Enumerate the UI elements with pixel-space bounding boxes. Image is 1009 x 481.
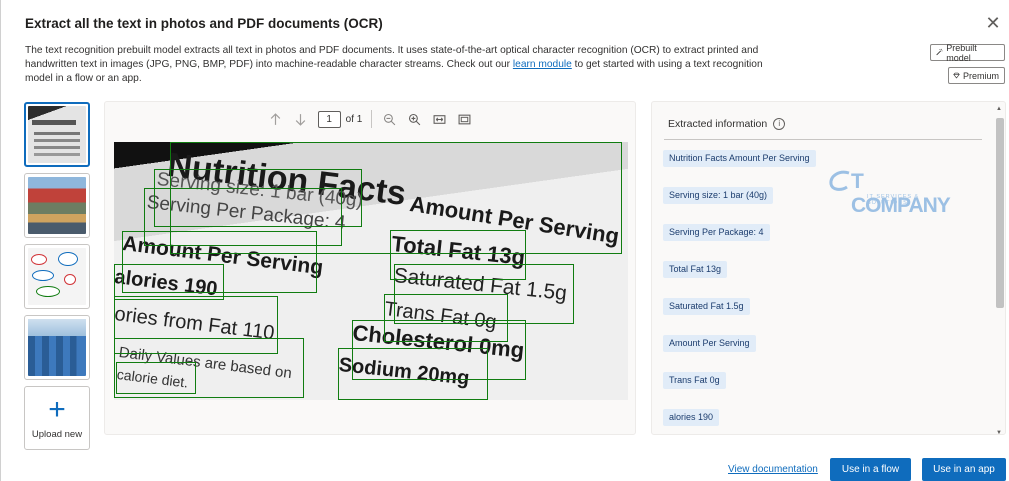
prebuilt-model-badge: Prebuilt model [930, 42, 1005, 63]
premium-label: Premium [962, 70, 999, 81]
learn-module-link[interactable]: learn module [513, 59, 572, 70]
fit-page-icon[interactable] [456, 111, 472, 127]
info-icon[interactable]: i [773, 118, 786, 130]
thumbnail-nutrition-facts[interactable] [24, 102, 90, 167]
arrow-down-icon[interactable] [293, 111, 309, 127]
extracted-item[interactable]: Serving Per Package: 4 [663, 224, 770, 241]
document-image: Nutrition Facts Serving size: 1 bar (40g… [114, 142, 628, 400]
extracted-item[interactable]: Amount Per Serving [663, 335, 756, 352]
watermark-subtext: IT SERVICES & SOLUTIONS [867, 194, 920, 206]
extracted-scrollbar[interactable]: ▲ ▼ [994, 106, 1004, 434]
close-icon[interactable]: ✕ [983, 14, 1003, 34]
header-divider [664, 139, 982, 140]
view-documentation-link[interactable]: View documentation [728, 464, 818, 475]
extracted-information-title: Extracted information [668, 118, 768, 130]
viewer-toolbar: 1 of 1 [105, 108, 635, 130]
use-in-flow-button[interactable]: Use in a flow [830, 458, 911, 481]
nutrition-image [28, 106, 86, 163]
extracted-item[interactable]: alories 190 [663, 409, 720, 426]
document-preview-panel: 1 of 1 Nutrition Facts Serving size: 1 b… [104, 101, 636, 435]
thumbnail-speech-bubbles[interactable] [24, 244, 90, 309]
dialog-title: Extract all the text in photos and PDF d… [25, 16, 383, 31]
page-total: of 1 [345, 113, 363, 125]
ocr-bounding-box[interactable] [338, 348, 488, 400]
page-number-input[interactable]: 1 [317, 110, 341, 128]
extracted-item[interactable]: Serving size: 1 bar (40g) [663, 187, 774, 204]
premium-badge: Premium [948, 67, 1005, 84]
sample-thumbnails: + Upload new [24, 102, 90, 450]
scroll-up-icon[interactable]: ▲ [996, 106, 1002, 112]
thumbnail-street-signs[interactable] [24, 173, 90, 238]
ocr-dialog: Extract all the text in photos and PDF d… [0, 0, 1009, 481]
wand-icon [936, 48, 943, 56]
zoom-in-icon[interactable] [406, 111, 422, 127]
thumbnail-blue-building[interactable] [24, 315, 90, 380]
extracted-item[interactable]: Total Fat 13g [663, 261, 728, 278]
fit-width-icon[interactable] [431, 111, 447, 127]
extracted-information-panel: Extracted information i Nutrition Facts … [651, 101, 1006, 435]
toolbar-divider [371, 110, 373, 128]
prebuilt-model-label: Prebuilt model [946, 42, 977, 63]
extracted-item[interactable]: Saturated Fat 1.5g [663, 298, 750, 315]
ocr-bounding-box[interactable] [116, 362, 196, 394]
building-image [28, 319, 86, 376]
street-image [28, 177, 86, 234]
scrollbar-thumb[interactable] [996, 118, 1004, 308]
use-in-app-button[interactable]: Use in an app [922, 458, 1006, 481]
diamond-icon [953, 72, 960, 79]
plus-icon: + [48, 393, 66, 426]
upload-new-button[interactable]: + Upload new [24, 386, 90, 450]
company-watermark-logo: T COMPANY IT SERVICES & SOLUTIONS [827, 166, 957, 217]
swoosh-icon [829, 170, 850, 191]
arrow-up-icon[interactable] [268, 111, 284, 127]
extracted-item[interactable]: Nutrition Facts Amount Per Serving [663, 150, 816, 167]
ocr-bounding-box[interactable] [114, 264, 224, 300]
dialog-description: The text recognition prebuilt model extr… [25, 44, 793, 86]
scroll-down-icon[interactable]: ▼ [996, 430, 1002, 434]
zoom-out-icon[interactable] [381, 111, 397, 127]
extracted-information-header: Extracted information i [668, 118, 786, 130]
upload-new-label: Upload new [31, 429, 83, 440]
speech-bubbles-image [28, 248, 86, 305]
extracted-item[interactable]: Trans Fat 0g [663, 372, 726, 389]
